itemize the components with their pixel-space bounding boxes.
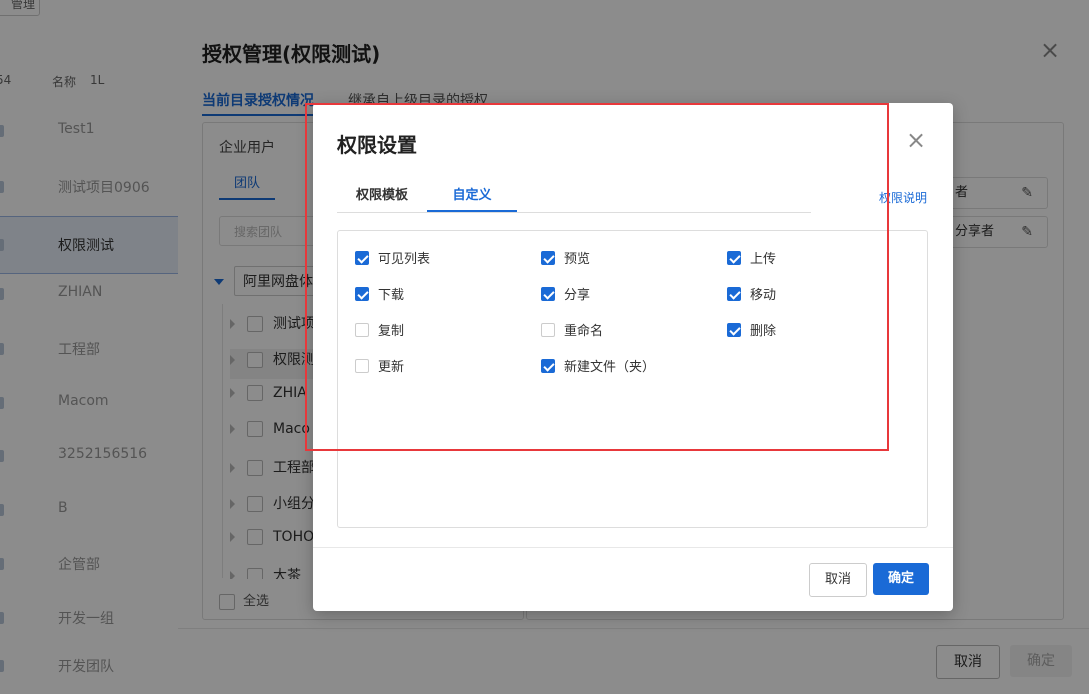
confirm-button[interactable]: 确定 [873,563,929,595]
highlight-annotation [305,103,889,451]
close-icon[interactable]: × [906,126,926,154]
modal-footer-divider [313,547,953,548]
cancel-button[interactable]: 取消 [809,563,867,597]
